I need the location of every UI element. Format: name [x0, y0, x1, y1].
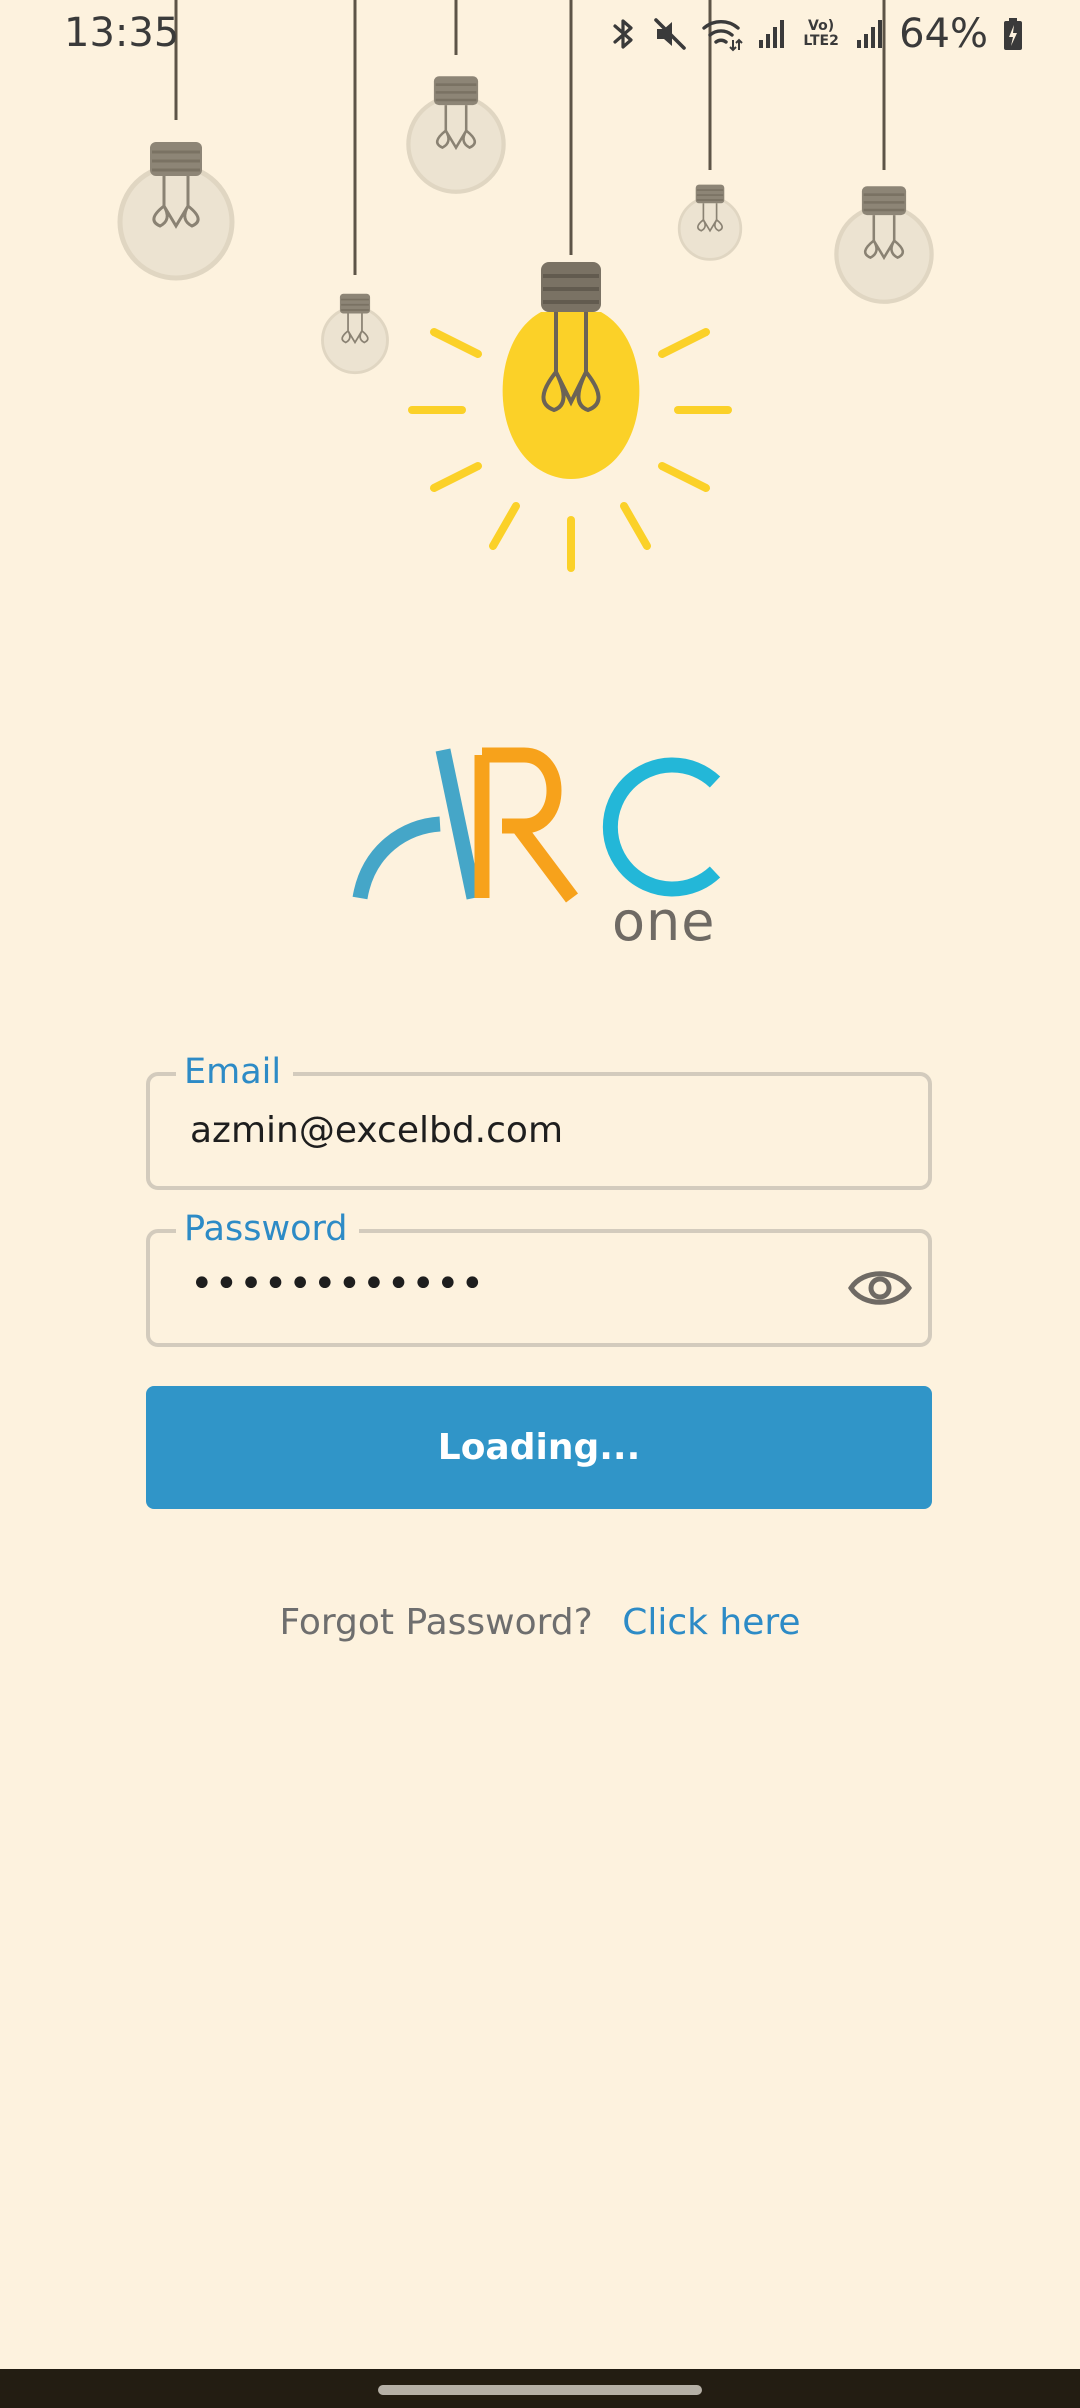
lightbulb-icon: [836, 186, 931, 302]
status-bar: 13:35 Vo) LTE2 64%: [0, 0, 1080, 70]
lit-lightbulb-icon: [408, 262, 732, 572]
status-time: 13:35: [64, 10, 180, 56]
logo-subtitle: one: [612, 890, 716, 953]
signal-icon: [757, 16, 787, 52]
bluetooth-icon: [609, 16, 639, 52]
login-button[interactable]: Loading...: [146, 1386, 932, 1509]
password-field[interactable]: Password ••••••••••••: [146, 1209, 932, 1347]
forgot-password-link[interactable]: Click here: [622, 1602, 800, 1643]
lightbulb-icon: [321, 292, 389, 375]
battery-icon: [1002, 16, 1024, 52]
signal-icon: [855, 16, 885, 52]
network-type-label: Vo) LTE2: [803, 18, 839, 49]
forgot-password-row: Forgot Password? Click here: [0, 1602, 1080, 1643]
email-field[interactable]: Email azmin@excelbd.com: [146, 1052, 932, 1190]
email-label: Email: [176, 1052, 294, 1092]
system-navigation-bar: [0, 2369, 1080, 2408]
lightbulb-icon: [677, 183, 743, 261]
wifi-icon: [701, 16, 743, 52]
lightbulbs-illustration: [0, 0, 1080, 572]
mute-icon: [653, 16, 687, 52]
lightbulb-icon: [408, 76, 503, 192]
status-icons: Vo) LTE2 64%: [609, 11, 1024, 57]
email-input[interactable]: azmin@excelbd.com: [190, 1110, 563, 1151]
forgot-password-text: Forgot Password?: [279, 1602, 593, 1643]
home-gesture-handle[interactable]: [378, 2385, 702, 2395]
password-input[interactable]: ••••••••••••: [190, 1261, 485, 1307]
password-label: Password: [176, 1209, 360, 1249]
show-password-eye-icon[interactable]: [846, 1257, 914, 1319]
battery-percent: 64%: [899, 11, 988, 57]
lightbulb-icon: [120, 142, 232, 278]
